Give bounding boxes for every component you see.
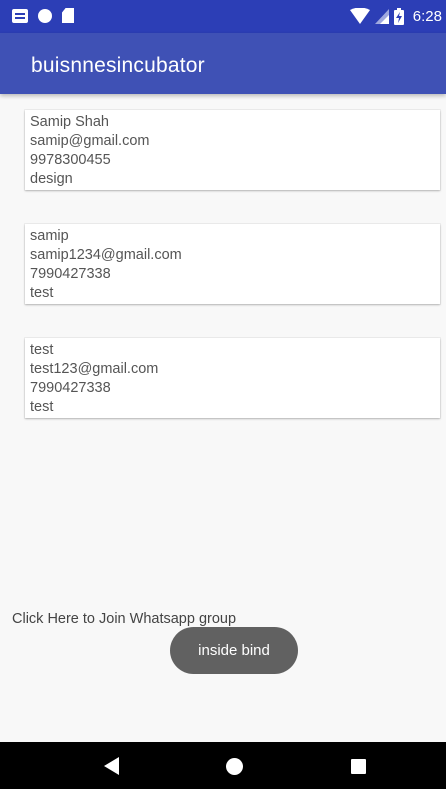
toast-text: inside bind [198, 642, 270, 659]
list-item[interactable]: Samip Shah samip@gmail.com 9978300455 de… [25, 110, 440, 190]
contact-phone: 7990427338 [30, 266, 111, 282]
contact-category: design [30, 171, 73, 187]
contact-category: test [30, 399, 54, 415]
contact-category: test [30, 285, 54, 301]
contact-email: test123@gmail.com [30, 361, 159, 377]
contact-email: samip@gmail.com [30, 133, 150, 149]
recents-button[interactable] [338, 752, 378, 780]
contact-name: Samip Shah [30, 114, 109, 130]
contact-phone: 9978300455 [30, 152, 111, 168]
back-icon [103, 757, 119, 775]
contact-email: samip1234@gmail.com [30, 247, 182, 263]
toast-message: inside bind [170, 627, 298, 674]
app-bar: buisnnesincubator [0, 33, 446, 94]
whatsapp-group-link[interactable]: Click Here to Join Whatsapp group [12, 611, 236, 627]
wifi-icon [349, 8, 370, 24]
message-notification-icon [12, 8, 28, 23]
cell-signal-icon [374, 8, 389, 24]
notification-icons [12, 8, 74, 23]
circle-notification-icon [38, 8, 52, 23]
home-icon [225, 757, 243, 775]
status-time: 6:28 [412, 7, 442, 25]
list-item[interactable]: test test123@gmail.com 7990427338 test [25, 338, 440, 418]
battery-charging-icon [393, 7, 404, 25]
contact-name: samip [30, 228, 69, 244]
status-bar: 6:28 [0, 0, 446, 33]
system-icons: 6:28 [349, 6, 442, 26]
contact-phone: 7990427338 [30, 380, 111, 396]
list-item[interactable]: samip samip1234@gmail.com 7990427338 tes… [25, 224, 440, 304]
home-button[interactable] [214, 752, 254, 780]
recents-icon [350, 758, 366, 774]
contact-name: test [30, 342, 54, 358]
app-title: buisnnesincubator [31, 54, 205, 77]
navigation-bar [0, 742, 446, 789]
back-button[interactable] [91, 752, 131, 780]
sd-card-icon [62, 8, 74, 23]
